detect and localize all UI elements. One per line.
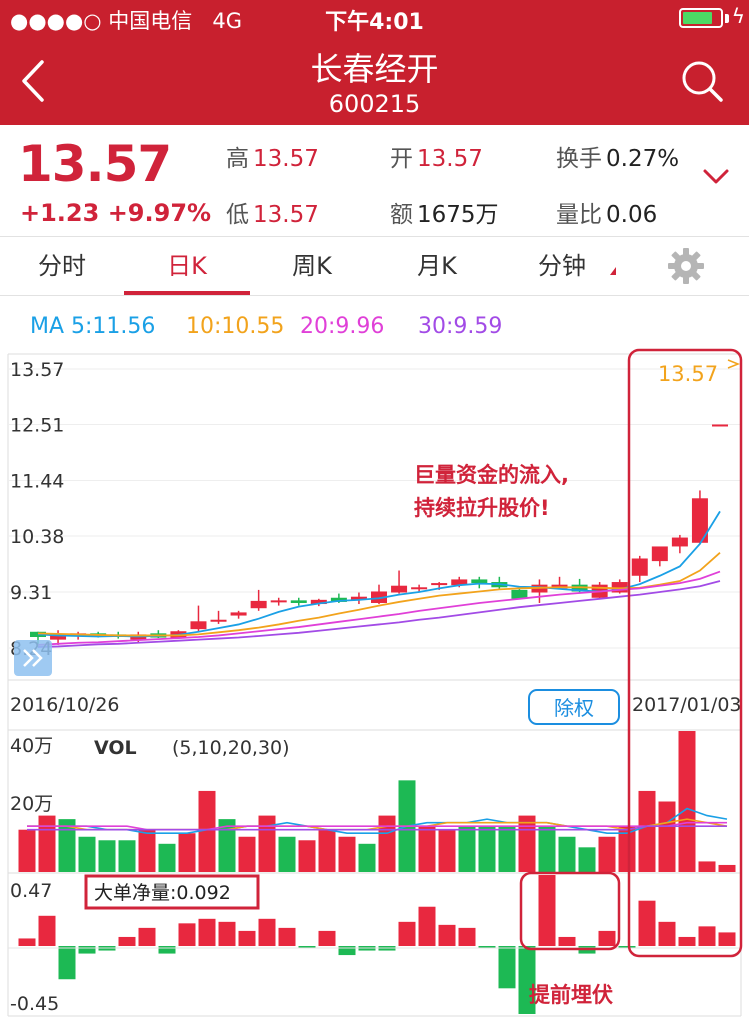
volume-ma10-line: [27, 818, 728, 831]
net-volume-bar: [218, 921, 236, 947]
svg-text:除权: 除权: [554, 696, 594, 720]
net-volume-bar: [658, 921, 676, 947]
volume-bar: [598, 836, 616, 872]
price-tick-label: 13.57: [10, 359, 64, 381]
volume-bar: [438, 829, 456, 872]
net-volume-bar: [118, 936, 136, 947]
net-volume-bar: [58, 946, 76, 980]
volume-bar: [278, 836, 296, 872]
net-volume-bar: [698, 926, 716, 947]
volume-bar: [358, 843, 376, 872]
annotation-inflow-line1: 巨量资金的流入,: [414, 463, 569, 487]
restore-rights-button[interactable]: 除权: [528, 689, 620, 725]
volume-bar: [718, 864, 736, 872]
net-volume-bar: [138, 927, 156, 947]
volume-bar: [38, 815, 56, 872]
net-volume-bar: [438, 924, 456, 947]
price-tick-label: 11.44: [10, 470, 64, 492]
net-volume-bar: [558, 936, 576, 947]
volume-bar: [458, 826, 476, 872]
net-volume-bar: [238, 930, 256, 947]
candle-body: [631, 558, 648, 576]
vol-axis-max: 40万: [10, 735, 53, 757]
net-axis-min: -0.45: [10, 993, 59, 1015]
volume-bar: [338, 836, 356, 872]
net-volume-bar: [278, 927, 296, 947]
net-volume-bar: [258, 918, 276, 947]
annotation-ambush: 提前埋伏: [529, 983, 613, 1007]
candle-body: [230, 612, 247, 616]
stock-chart: 13.5712.5111.4410.389.318.24 2016/10/26 …: [7, 348, 743, 1017]
candle-body: [270, 600, 287, 603]
net-volume-bar: [178, 923, 196, 947]
candle-body: [671, 537, 688, 547]
x-start-date: 2016/10/26: [10, 694, 120, 716]
price-tick-label: 10.38: [10, 526, 64, 548]
net-volume-bar: [458, 927, 476, 947]
net-volume-bar: [718, 932, 736, 947]
volume-bar: [518, 815, 536, 872]
volume-bar: [498, 826, 516, 872]
candle-body: [651, 546, 668, 562]
net-volume-bar: [318, 930, 336, 947]
candle-body: [210, 619, 227, 622]
volume-bar: [418, 826, 436, 872]
net-volume-bar: [498, 946, 516, 989]
volume-bar: [578, 847, 596, 872]
net-volume-bar: [198, 918, 216, 947]
volume-bar: [638, 790, 656, 872]
candle-body: [250, 600, 267, 609]
price-tick-label: 9.31: [10, 582, 52, 604]
net-volume-bar: [418, 906, 436, 947]
x-end-date: 2017/01/03: [632, 694, 742, 716]
volume-bar: [378, 815, 396, 872]
last-price-marker: 13.57: [658, 362, 718, 386]
volume-bar: [238, 836, 256, 872]
volume-bar: [158, 843, 176, 872]
volume-bar: [318, 829, 336, 872]
net-volume-title: 大单净量:0.092: [94, 882, 231, 904]
candle-body: [411, 587, 428, 590]
volume-bar: [698, 861, 716, 872]
net-volume-bar: [398, 921, 416, 947]
net-axis-max: 0.47: [10, 880, 52, 902]
vol-axis-mid: 20万: [10, 793, 53, 815]
candle-body: [712, 424, 728, 427]
volume-bar: [118, 840, 136, 872]
volume-bar: [298, 840, 316, 872]
arrow-right-icon: [727, 359, 741, 369]
candle-body: [431, 583, 448, 586]
annotation-inflow-line2: 持续拉升股价!: [414, 496, 550, 520]
volume-bar: [558, 836, 576, 872]
scroll-left-handle[interactable]: [14, 640, 52, 676]
candle-body: [290, 600, 307, 603]
volume-bar: [18, 829, 36, 872]
volume-bar: [258, 815, 276, 872]
volume-bar: [98, 840, 116, 872]
volume-bar: [678, 731, 696, 872]
volume-bar: [178, 833, 196, 872]
volume-bar: [538, 826, 556, 872]
net-volume-bar: [538, 875, 556, 947]
net-volume-bar: [18, 938, 36, 947]
candle-body: [471, 579, 488, 584]
price-tick-label: 12.51: [10, 414, 64, 436]
volume-bar: [658, 801, 676, 872]
net-volume-bar: [678, 936, 696, 947]
volume-bar: [478, 826, 496, 872]
net-volume-bar: [338, 946, 356, 956]
vol-params: (5,10,20,30): [172, 737, 290, 759]
volume-bar: [78, 836, 96, 872]
volume-bar: [138, 829, 156, 872]
candle-body: [190, 621, 207, 630]
vol-title: VOL: [94, 737, 137, 759]
net-volume-bar: [158, 946, 176, 954]
net-volume-bar: [78, 946, 96, 954]
net-volume-bar: [638, 900, 656, 947]
price-ma5-line: [37, 510, 721, 638]
net-volume-bar: [598, 930, 616, 947]
candle-body: [391, 585, 408, 593]
net-volume-bar: [38, 915, 56, 947]
